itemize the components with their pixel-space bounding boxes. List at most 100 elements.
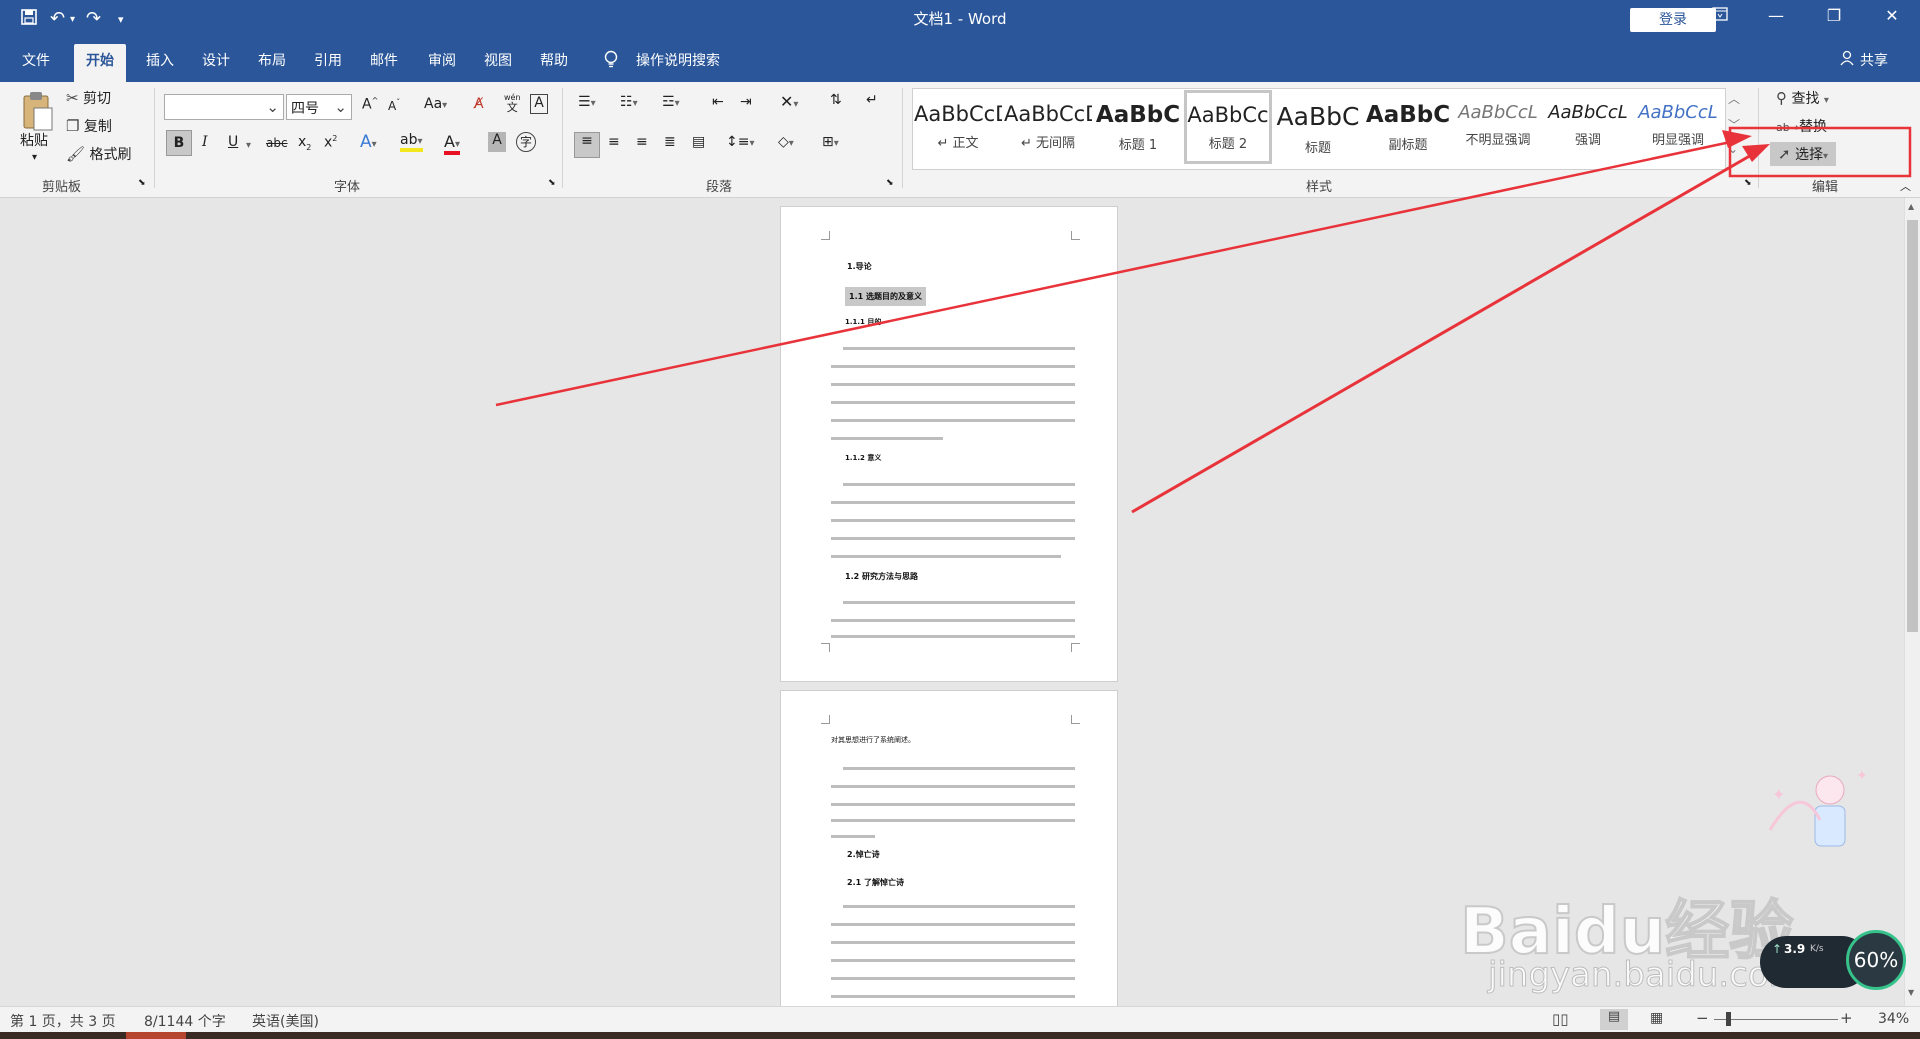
highlight-icon[interactable]: ab▾: [400, 132, 423, 152]
align-right-icon[interactable]: ≡: [636, 134, 648, 150]
gallery-scroll-up-icon[interactable]: ︿: [1728, 90, 1740, 107]
text-effects-icon[interactable]: A▾: [360, 132, 377, 152]
tab-view[interactable]: 视图: [484, 50, 512, 70]
increase-indent-icon[interactable]: ⇥: [740, 94, 752, 110]
chevron-down-icon[interactable]: ⌄: [266, 98, 279, 116]
gallery-scroll-down-icon[interactable]: ﹀: [1728, 116, 1740, 133]
page-1[interactable]: 1.导论 1.1 选题目的及意义 1.1.1 目的 1.1.2 意义 1.2 研…: [780, 206, 1118, 682]
bold-icon[interactable]: B: [166, 130, 192, 156]
borders-icon[interactable]: ⊞▾: [822, 134, 839, 150]
tab-layout[interactable]: 布局: [258, 50, 286, 70]
line-spacing-icon[interactable]: ↕≡▾: [726, 134, 755, 150]
italic-icon[interactable]: I: [202, 134, 208, 150]
format-painter-button[interactable]: 🖌 格式刷: [66, 144, 132, 164]
tab-help[interactable]: 帮助: [540, 50, 568, 70]
tab-file[interactable]: 文件: [22, 50, 50, 70]
scroll-up-icon[interactable]: ▲: [1908, 202, 1914, 211]
find-button[interactable]: ⚲ 查找 ▾: [1776, 88, 1829, 108]
font-name-input[interactable]: ⌄: [164, 94, 284, 120]
zoom-level[interactable]: 34%: [1878, 1011, 1909, 1027]
style-sample: AaBbCcL: [1458, 102, 1538, 123]
justify-icon[interactable]: ≣: [664, 134, 676, 150]
character-shading-icon[interactable]: A: [488, 132, 506, 152]
tab-mailings[interactable]: 邮件: [370, 50, 398, 70]
zoom-out-icon[interactable]: −: [1696, 1009, 1709, 1027]
tab-insert[interactable]: 插入: [146, 50, 174, 70]
text-line: [831, 365, 1075, 368]
read-mode-icon[interactable]: ▯▯: [1552, 1010, 1569, 1028]
zoom-slider-thumb[interactable]: [1726, 1012, 1731, 1026]
font-size-input[interactable]: 四号 ⌄: [286, 94, 352, 120]
shading-icon[interactable]: ◇▾: [778, 134, 794, 150]
change-case-button[interactable]: Aa▾: [424, 96, 447, 112]
page-indicator[interactable]: 第 1 页，共 3 页: [10, 1011, 116, 1031]
close-icon[interactable]: ✕: [1872, 6, 1912, 25]
bullets-icon[interactable]: ☰▾: [578, 94, 596, 110]
style-subtitle[interactable]: AaBbC 副标题: [1364, 92, 1452, 162]
page-2[interactable]: 对其思想进行了系统阐述。 2.悼亡诗 2.1 了解悼亡诗: [780, 690, 1118, 1010]
distributed-icon[interactable]: ▤: [692, 134, 705, 150]
word-count[interactable]: 8/1144 个字: [144, 1011, 226, 1031]
align-center-icon[interactable]: ≡: [608, 134, 620, 150]
vertical-scrollbar[interactable]: ▲ ▼: [1904, 198, 1920, 1006]
chevron-down-icon[interactable]: ⌄: [334, 98, 347, 116]
collapse-ribbon-icon[interactable]: ︿: [1900, 178, 1911, 194]
tab-review[interactable]: 审阅: [428, 50, 456, 70]
tab-home[interactable]: 开始: [74, 44, 126, 82]
zoom-in-icon[interactable]: +: [1840, 1009, 1853, 1027]
shrink-font-icon[interactable]: Aˇ: [388, 98, 400, 113]
underline-icon[interactable]: U: [228, 134, 238, 150]
style-no-spacing[interactable]: AaBbCcD ↵ 无间隔: [1004, 92, 1092, 162]
strikethrough-icon[interactable]: abc: [266, 136, 288, 150]
language-indicator[interactable]: 英语(美国): [252, 1011, 319, 1031]
style-subtle-emphasis[interactable]: AaBbCcL 不明显强调: [1454, 92, 1542, 162]
tell-me-search[interactable]: 操作说明搜索: [636, 50, 720, 70]
style-intense-emphasis[interactable]: AaBbCcL 明显强调: [1634, 92, 1722, 162]
tab-design[interactable]: 设计: [202, 50, 230, 70]
scroll-down-icon[interactable]: ▼: [1908, 988, 1914, 997]
enclose-characters-icon[interactable]: 字: [516, 132, 536, 152]
grow-font-icon[interactable]: A^: [362, 96, 378, 113]
web-layout-icon[interactable]: ▦: [1650, 1010, 1663, 1026]
phonetic-guide-icon[interactable]: wén 文: [504, 92, 521, 113]
cut-button[interactable]: ✂ 剪切: [66, 88, 111, 108]
font-color-icon[interactable]: A▾: [444, 132, 460, 155]
underline-dropdown-icon[interactable]: ▾: [246, 136, 251, 152]
select-button[interactable]: ➚ 选择▾: [1770, 142, 1837, 166]
paragraph-launcher-icon[interactable]: ⬊: [886, 178, 894, 188]
style-normal[interactable]: AaBbCcD ↵ 正文: [914, 92, 1002, 162]
paste-dropdown-icon[interactable]: ▾: [32, 152, 37, 163]
multilevel-list-icon[interactable]: ☲▾: [662, 94, 680, 110]
replace-button[interactable]: ab→替换: [1776, 116, 1827, 136]
sort-icon[interactable]: ⇅: [830, 92, 842, 108]
subscript-icon[interactable]: x2: [298, 134, 311, 152]
style-emphasis[interactable]: AaBbCcL 强调: [1544, 92, 1632, 162]
decrease-indent-icon[interactable]: ⇤: [712, 94, 724, 110]
copy-button[interactable]: ❐ 复制: [66, 116, 112, 136]
character-border-icon[interactable]: A: [530, 94, 548, 114]
minimize-icon[interactable]: —: [1756, 6, 1796, 25]
zoom-slider[interactable]: [1714, 1019, 1838, 1020]
numbering-icon[interactable]: ☷▾: [620, 94, 638, 110]
superscript-icon[interactable]: x2: [324, 134, 337, 151]
style-heading-1[interactable]: AaBbC 标题 1: [1094, 92, 1182, 162]
show-marks-icon[interactable]: ↵: [866, 92, 878, 108]
tab-references[interactable]: 引用: [314, 50, 342, 70]
clipboard-launcher-icon[interactable]: ⬊: [138, 178, 146, 188]
style-title[interactable]: AaBbC 标题: [1274, 92, 1362, 162]
chinese-layout-icon[interactable]: ✕▾: [780, 92, 798, 111]
group-label-editing: 编辑: [1812, 180, 1839, 195]
styles-launcher-icon[interactable]: ⬊: [1744, 178, 1752, 188]
font-launcher-icon[interactable]: ⬊: [548, 178, 556, 188]
align-left-icon[interactable]: ≡: [574, 132, 600, 158]
share-button[interactable]: 共享: [1860, 50, 1888, 70]
scroll-thumb[interactable]: [1907, 220, 1918, 632]
clear-formatting-icon[interactable]: A̸: [474, 96, 484, 112]
paste-button[interactable]: 粘贴: [20, 130, 48, 150]
gallery-more-icon[interactable]: ⌄: [1728, 142, 1738, 156]
text-line: [831, 555, 1061, 558]
style-heading-2[interactable]: AaBbCc 标题 2: [1184, 90, 1272, 164]
print-layout-icon[interactable]: ▤: [1600, 1009, 1628, 1030]
ribbon-display-options-icon[interactable]: [1700, 6, 1740, 25]
restore-icon[interactable]: ❐: [1814, 6, 1854, 25]
